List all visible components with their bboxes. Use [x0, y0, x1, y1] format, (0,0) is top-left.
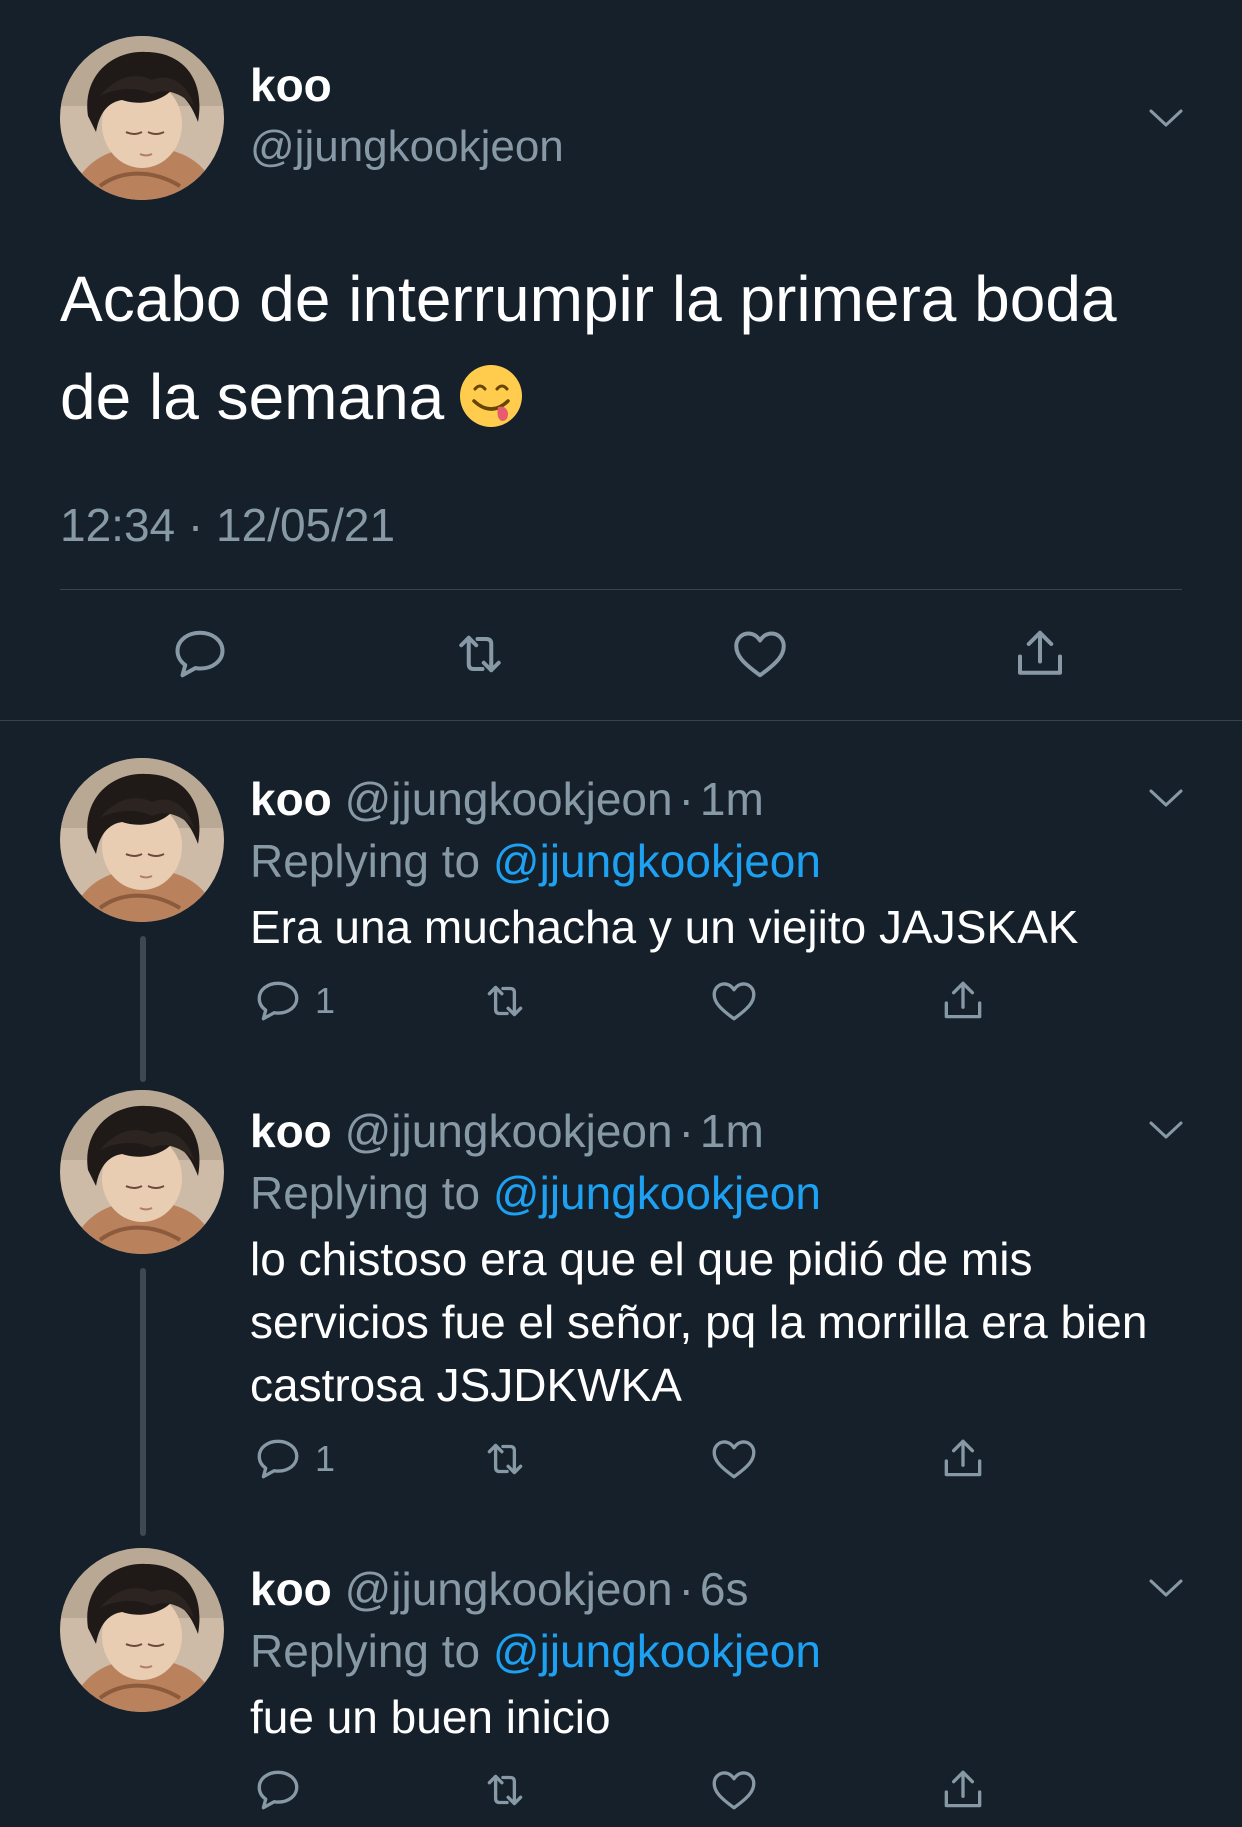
replying-to-label: Replying to — [250, 1167, 481, 1219]
retweet-icon[interactable] — [480, 1434, 530, 1484]
like-icon[interactable] — [709, 976, 759, 1026]
reply-count: 1 — [315, 980, 336, 1021]
reply-tweet[interactable]: koo @jjungkookjeon · 1m Replying to @jjung… — [0, 758, 1242, 1088]
reply-header: koo @jjungkookjeon · 1m — [250, 772, 764, 826]
reply-icon[interactable] — [170, 624, 230, 684]
replying-to: Replying to @jjungkookjeon — [250, 834, 821, 888]
tweet-text: Acabo de interrumpir la primera boda de … — [60, 250, 1190, 446]
separator-dot: · — [678, 1563, 694, 1615]
avatar[interactable] — [60, 1548, 224, 1712]
avatar[interactable] — [60, 758, 224, 922]
user-handle[interactable]: @jjungkookjeon — [345, 1563, 673, 1615]
reply-tweet[interactable]: koo @jjungkookjeon · 6s Replying to @jjung… — [0, 1548, 1242, 1827]
share-icon[interactable] — [1010, 624, 1070, 684]
like-icon[interactable] — [730, 624, 790, 684]
share-icon[interactable] — [938, 976, 988, 1026]
avatar[interactable] — [60, 1090, 224, 1254]
tweet-text-content: Acabo de interrumpir la primera boda de … — [60, 263, 1117, 433]
thread-connector — [140, 1268, 146, 1536]
avatar[interactable] — [60, 36, 224, 200]
chevron-down-icon[interactable] — [1148, 1120, 1184, 1140]
replying-to-label: Replying to — [250, 1625, 481, 1677]
reply-icon[interactable] — [253, 976, 303, 1026]
share-icon[interactable] — [938, 1434, 988, 1484]
share-icon[interactable] — [938, 1765, 988, 1815]
separator-dot: · — [678, 773, 694, 825]
tweet-time: 1m — [699, 773, 764, 825]
reply-tweet[interactable]: koo @jjungkookjeon · 1m Replying to @jjung… — [0, 1090, 1242, 1540]
thread-connector — [140, 936, 146, 1082]
profile-photo — [60, 758, 224, 922]
profile-photo — [60, 36, 224, 200]
display-name[interactable]: koo — [250, 773, 332, 825]
retweet-icon[interactable] — [480, 976, 530, 1026]
mention-link[interactable]: @jjungkookjeon — [493, 1625, 821, 1677]
chevron-down-icon[interactable] — [1148, 1578, 1184, 1598]
user-handle[interactable]: @jjungkookjeon — [345, 1105, 673, 1157]
replying-to: Replying to @jjungkookjeon — [250, 1166, 821, 1220]
chevron-down-icon[interactable] — [1148, 788, 1184, 808]
retweet-icon[interactable] — [480, 1765, 530, 1815]
like-icon[interactable] — [709, 1765, 759, 1815]
reply-text: lo chistoso era que el que pidió de mis … — [250, 1233, 1148, 1411]
replying-to-label: Replying to — [250, 835, 481, 887]
profile-photo — [60, 1548, 224, 1712]
main-tweet: koo @jjungkookjeon Acabo de interrumpir … — [0, 0, 1242, 721]
tweet-time: 1m — [699, 1105, 764, 1157]
reply-text: Era una muchacha y un viejito JAJSKAK — [250, 901, 1079, 953]
display-name[interactable]: koo — [250, 1105, 332, 1157]
reply-text: fue un buen inicio — [250, 1691, 611, 1743]
reply-header: koo @jjungkookjeon · 6s — [250, 1562, 749, 1616]
user-handle[interactable]: @jjungkookjeon — [345, 773, 673, 825]
tweet-timestamp: 12:34 · 12/05/21 — [60, 499, 396, 551]
mention-link[interactable]: @jjungkookjeon — [493, 1167, 821, 1219]
display-name[interactable]: koo — [250, 1563, 332, 1615]
profile-photo — [60, 1090, 224, 1254]
display-name[interactable]: koo — [250, 58, 332, 112]
reply-count: 1 — [315, 1438, 336, 1479]
retweet-icon[interactable] — [450, 624, 510, 684]
face-savoring-food-emoji — [458, 363, 524, 429]
tweet-time: 6s — [699, 1563, 749, 1615]
user-handle[interactable]: @jjungkookjeon — [250, 122, 564, 172]
like-icon[interactable] — [709, 1434, 759, 1484]
mention-link[interactable]: @jjungkookjeon — [493, 835, 821, 887]
reply-header: koo @jjungkookjeon · 1m — [250, 1104, 764, 1158]
chevron-down-icon[interactable] — [1148, 108, 1184, 128]
replying-to: Replying to @jjungkookjeon — [250, 1624, 821, 1678]
reply-icon[interactable] — [253, 1765, 303, 1815]
separator-dot: · — [678, 1105, 694, 1157]
divider — [60, 589, 1182, 590]
reply-icon[interactable] — [253, 1434, 303, 1484]
